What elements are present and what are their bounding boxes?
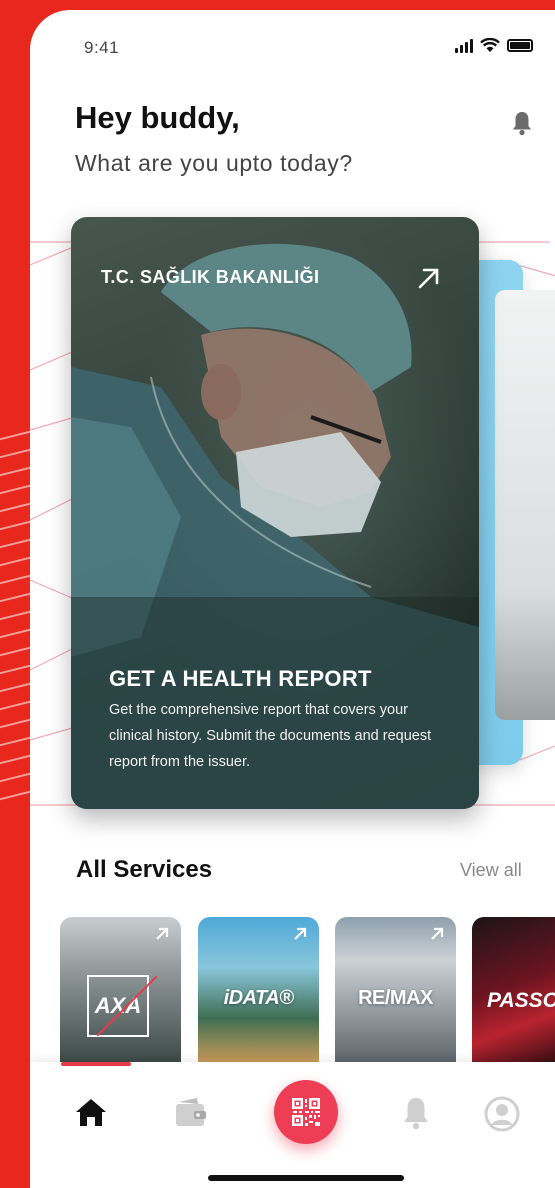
- health-report-card[interactable]: T.C. SAĞLIK BAKANLIĞI GET A HEALTH REPOR…: [71, 217, 479, 809]
- scan-qr-button[interactable]: [274, 1080, 338, 1144]
- open-arrow-icon: [431, 927, 444, 940]
- greeting-title: Hey buddy,: [75, 100, 240, 135]
- home-indicator: [208, 1175, 404, 1181]
- card-title: GET A HEALTH REPORT: [109, 666, 372, 691]
- service-tile-axa[interactable]: AXA: [60, 917, 181, 1062]
- profile-icon[interactable]: [484, 1096, 520, 1132]
- battery-icon: [507, 39, 533, 52]
- signal-icon: [455, 38, 473, 53]
- passo-logo: PASSO: [487, 989, 555, 1012]
- service-tile-idata[interactable]: iDATA®: [198, 917, 319, 1062]
- service-tile-remax[interactable]: RE/MAX: [335, 917, 456, 1062]
- open-arrow-icon: [156, 927, 169, 940]
- open-arrow-icon: [294, 927, 307, 940]
- open-arrow-icon[interactable]: [416, 265, 442, 291]
- wallet-icon[interactable]: [173, 1096, 209, 1128]
- view-all-link[interactable]: View all: [460, 860, 522, 881]
- qr-code-icon: [292, 1098, 320, 1126]
- active-tab-indicator: [61, 1062, 131, 1066]
- card-issuer: T.C. SAĞLIK BAKANLIĞI: [101, 267, 320, 287]
- notification-bell-icon[interactable]: [511, 110, 533, 136]
- bell-icon[interactable]: [401, 1096, 431, 1130]
- remax-logo: RE/MAX: [358, 987, 433, 1009]
- idata-logo: iDATA®: [223, 987, 294, 1009]
- bottom-tab-bar: [30, 1062, 555, 1188]
- wifi-icon: [480, 38, 500, 52]
- greeting-subtitle: What are you upto today?: [75, 150, 353, 176]
- services-title: All Services: [76, 856, 213, 883]
- status-icons: [455, 38, 533, 53]
- phone-screen: 9:41 Hey buddy, What are you upto today?: [30, 10, 555, 1188]
- axa-logo: AXA: [87, 975, 158, 1037]
- card-description: Get the comprehensive report that covers…: [109, 702, 432, 770]
- status-time: 9:41: [84, 38, 120, 57]
- secondary-card-image: [495, 290, 555, 720]
- service-tile-passo[interactable]: PASSO: [472, 917, 555, 1062]
- home-icon[interactable]: [74, 1096, 108, 1128]
